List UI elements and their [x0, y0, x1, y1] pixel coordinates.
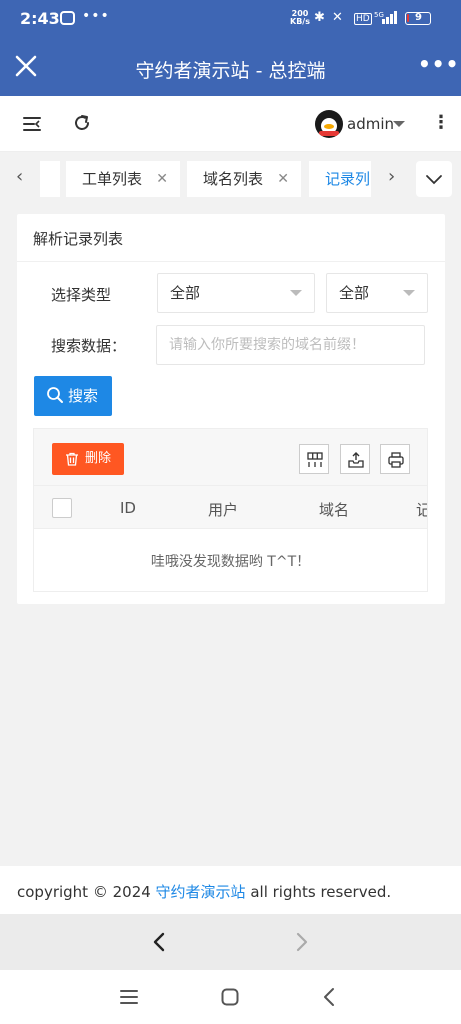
more-menu-icon[interactable]: ••• [418, 52, 459, 76]
tab-bar: ‹ 工单列表 ✕ 域名列表 ✕ 记录列 › [0, 152, 461, 204]
dropdown-arrow-icon [403, 290, 415, 296]
dropdown-arrow-icon [290, 290, 302, 296]
tab-close-icon[interactable]: ✕ [277, 161, 289, 197]
column-header-id[interactable]: ID [120, 499, 136, 517]
more-notifications-icon: ••• [82, 8, 110, 24]
status-bar: 2:43 ••• 200 KB/s ✱ ✕ HD 5G 9 [0, 0, 461, 36]
top-header: admin ⋮ [0, 96, 461, 152]
footer-brand-link[interactable]: 守约者演示站 [156, 883, 246, 901]
column-filter-button[interactable] [299, 444, 329, 474]
footer: copyright © 2024 守约者演示站 all rights reser… [0, 866, 461, 914]
card-title: 解析记录列表 [33, 230, 124, 248]
type-select-2[interactable]: 全部 [326, 273, 428, 313]
tab-record-list[interactable]: 记录列 [309, 161, 371, 197]
system-back-icon[interactable] [319, 986, 341, 1008]
network-speed: 200 KB/s [290, 9, 310, 26]
divider [17, 261, 445, 262]
avatar[interactable] [315, 110, 343, 138]
export-button[interactable] [340, 444, 370, 474]
tab-ticket-list[interactable]: 工单列表 ✕ [66, 161, 180, 197]
type-select-1[interactable]: 全部 [157, 273, 315, 313]
tabs-dropdown-button[interactable] [416, 161, 452, 197]
print-icon [388, 452, 404, 468]
search-input[interactable] [156, 325, 425, 365]
table-toolbar: 删除 [33, 428, 428, 486]
column-header-record[interactable]: 记 [416, 499, 427, 520]
columns-icon [307, 452, 323, 467]
svg-text:5G: 5G [374, 11, 384, 19]
mute-icon: ✕ [332, 10, 343, 25]
search-button[interactable]: 搜索 [34, 376, 112, 416]
user-dropdown-icon[interactable] [393, 121, 405, 127]
hd-icon: HD [354, 13, 372, 25]
menu-toggle-icon[interactable] [22, 114, 42, 134]
chevron-down-icon [426, 175, 442, 185]
bluetooth-icon: ✱ [314, 10, 325, 25]
forward-arrow-icon[interactable] [288, 928, 316, 956]
system-navigation-bar [0, 970, 461, 1024]
copyright-text: copyright © 2024 守约者演示站 all rights reser… [17, 883, 392, 901]
refresh-icon[interactable] [72, 113, 92, 133]
column-header-user[interactable]: 用户 [208, 499, 238, 520]
record-list-card: 解析记录列表 选择类型 全部 全部 搜索数据： 搜索 删除 ID 用户 域名 记 [17, 214, 445, 604]
tabs-scroll-right-icon[interactable]: › [388, 166, 395, 187]
empty-state-text: 哇哦没发现数据哟 T^T！ [150, 554, 311, 570]
status-time: 2:43 [20, 9, 60, 28]
signal-icon: 5G [374, 10, 400, 28]
export-icon [348, 452, 364, 468]
username[interactable]: admin [347, 115, 394, 133]
trash-icon [66, 452, 78, 466]
home-icon[interactable] [219, 986, 241, 1008]
tabs-scroll-left-icon[interactable]: ‹ [16, 166, 23, 187]
page-title: 守约者演示站 - 总控端 [135, 60, 326, 82]
tab-domain-list[interactable]: 域名列表 ✕ [187, 161, 301, 197]
title-row: 守约者演示站 - 总控端 ••• [0, 40, 461, 96]
battery-percent: 9 [415, 12, 422, 23]
select-all-checkbox[interactable] [52, 498, 72, 518]
message-icon [60, 11, 75, 25]
type-label: 选择类型 [51, 286, 112, 304]
browser-navigation [0, 914, 461, 970]
tab-close-icon[interactable]: ✕ [156, 161, 168, 197]
search-label: 搜索数据： [51, 337, 127, 355]
table-header: ID 用户 域名 记 [33, 486, 428, 529]
recent-apps-icon[interactable] [118, 986, 140, 1008]
battery-level [407, 14, 409, 22]
back-arrow-icon[interactable] [145, 928, 173, 956]
app-bar: 2:43 ••• 200 KB/s ✱ ✕ HD 5G 9 守约者演示站 - 总控… [0, 0, 461, 96]
header-more-icon[interactable]: ⋮ [432, 112, 450, 133]
print-button[interactable] [380, 444, 410, 474]
delete-button[interactable]: 删除 [52, 443, 124, 475]
column-header-domain[interactable]: 域名 [319, 499, 349, 520]
search-icon [47, 387, 63, 403]
battery-icon: 9 [405, 12, 431, 25]
tab-partial[interactable] [40, 161, 60, 197]
table-body: 哇哦没发现数据哟 T^T！ [33, 529, 428, 592]
